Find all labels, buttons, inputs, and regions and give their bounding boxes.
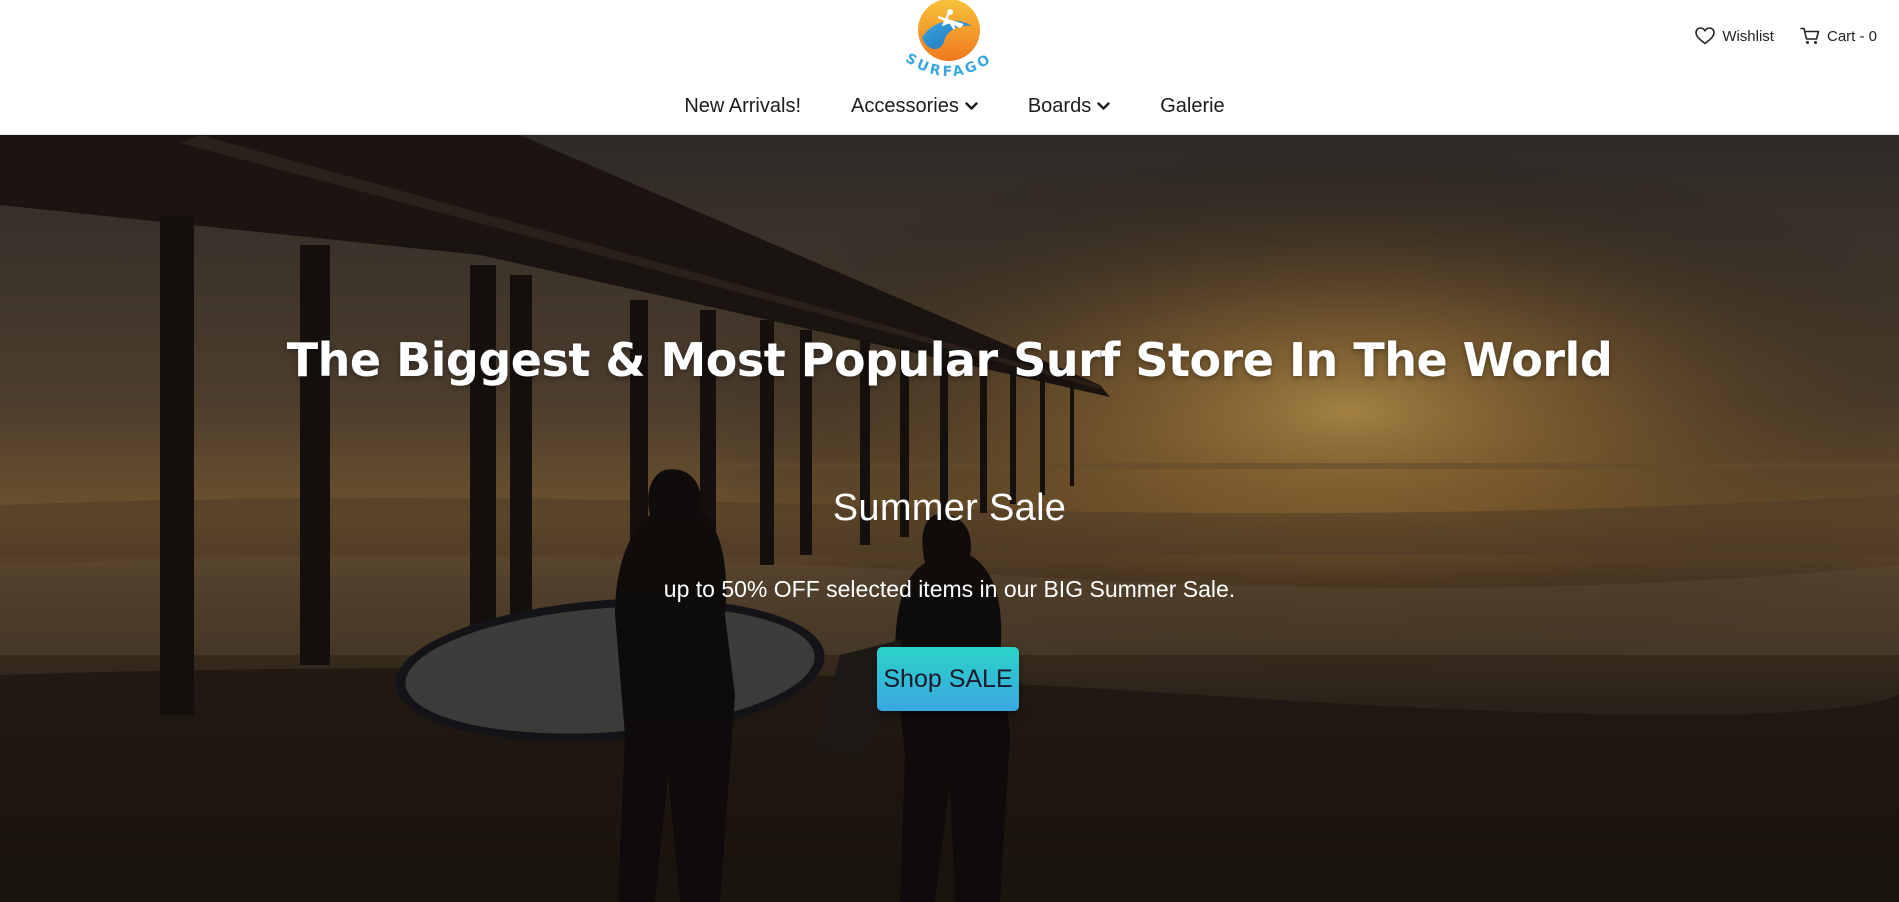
cart-link[interactable]: Cart - 0: [1800, 27, 1877, 45]
hero-subtitle: Summer Sale: [832, 487, 1067, 529]
nav-item-boards[interactable]: Boards: [1028, 93, 1110, 119]
hero-banner: The Biggest & Most Popular Surf Store In…: [0, 135, 1899, 902]
header-actions: Wishlist Cart - 0: [1695, 27, 1877, 45]
shop-sale-button[interactable]: Shop SALE: [877, 647, 1019, 711]
nav-item-new-arrivals[interactable]: New Arrivals!: [684, 93, 801, 119]
cart-icon: [1800, 27, 1820, 45]
nav-item-accessories[interactable]: Accessories: [851, 93, 978, 119]
nav-item-label: New Arrivals!: [684, 94, 802, 117]
heart-icon: [1695, 27, 1716, 45]
chevron-down-icon: [965, 101, 978, 111]
main-nav: New Arrivals! Accessories Boards Galerie: [0, 93, 1899, 119]
hero-title: The Biggest & Most Popular Surf Store In…: [286, 333, 1613, 387]
chevron-down-icon: [1097, 101, 1110, 111]
site-header: SURFAGO Wishlist Cart - 0 New Arrivals! …: [0, 0, 1899, 135]
nav-item-label: Galerie: [1160, 94, 1225, 117]
wishlist-label: Wishlist: [1722, 27, 1774, 45]
hero-description: up to 50% OFF selected items in our BIG …: [663, 576, 1236, 602]
nav-item-galerie[interactable]: Galerie: [1160, 93, 1224, 119]
nav-item-label: Accessories: [851, 94, 959, 117]
cart-label: Cart - 0: [1826, 27, 1877, 45]
nav-item-label: Boards: [1027, 94, 1092, 117]
surfago-logo[interactable]: SURFAGO: [898, 0, 1000, 82]
wishlist-link[interactable]: Wishlist: [1695, 27, 1774, 45]
